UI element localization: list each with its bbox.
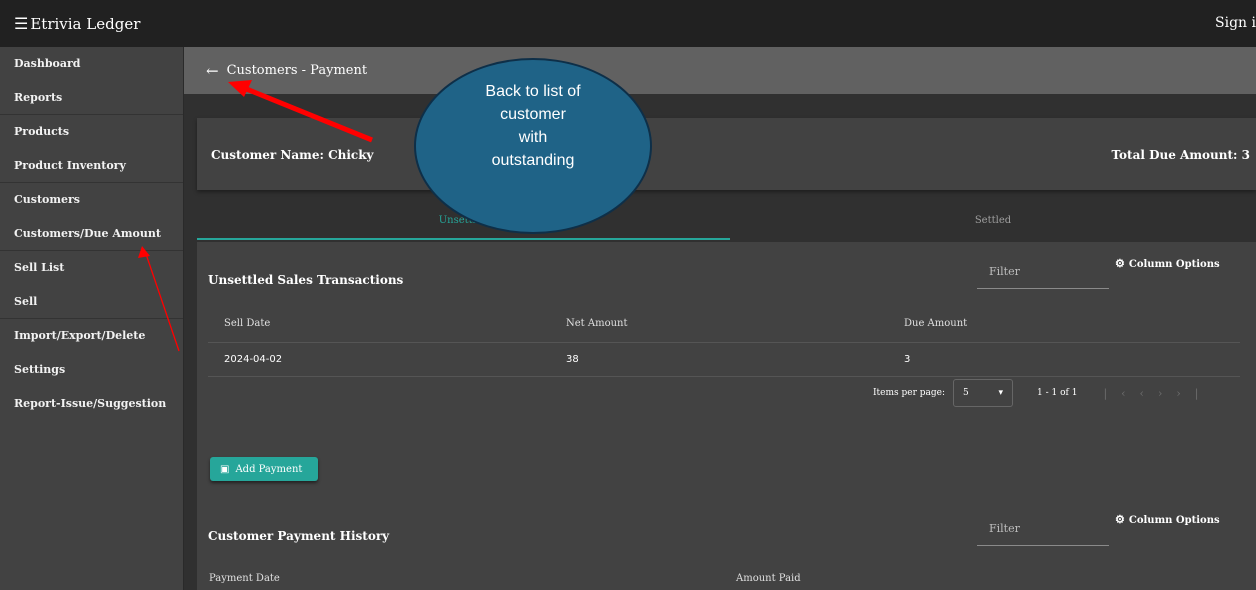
cell-sell-date: 2024-04-02 [224, 354, 283, 365]
sidebar-item-customers[interactable]: Customers [0, 183, 183, 217]
annotation-line: with [518, 129, 548, 146]
sidebar-item-customers-due-amount[interactable]: Customers/Due Amount [0, 217, 183, 251]
history-column-options-button[interactable]: ⚙ Column Options [1115, 513, 1220, 526]
page-title: Customers - Payment [226, 63, 368, 78]
page-range: 1 - 1 of 1 [1037, 388, 1078, 398]
sidebar-item-settings[interactable]: Settings [0, 353, 183, 387]
sidebar-item-product-inventory[interactable]: Product Inventory [0, 149, 183, 183]
last-page-icon[interactable]: ›| [1176, 387, 1212, 400]
history-filter-input[interactable]: Filter [977, 506, 1109, 546]
unsettled-column-options-button[interactable]: ⚙ Column Options [1115, 257, 1220, 270]
brand[interactable]: ☰ Etrivia Ledger [14, 14, 140, 33]
wallet-icon: ▣ [220, 463, 230, 475]
gear-icon: ⚙ [1115, 513, 1125, 526]
cell-due-amount: 3 [904, 354, 911, 365]
gear-icon: ⚙ [1115, 257, 1125, 270]
sidebar-item-products[interactable]: Products [0, 115, 183, 149]
column-options-label: Column Options [1128, 259, 1220, 270]
annotation-callout: Back to list of customer with outstandin… [414, 58, 652, 234]
sidebar-item-sell[interactable]: Sell [0, 285, 183, 319]
tab-content-panel: Unsettled Sales Transactions Filter ⚙ Col… [197, 242, 1256, 590]
items-per-page-label: Items per page: [873, 388, 946, 398]
table-divider [208, 376, 1240, 377]
unsettled-filter-input[interactable]: Filter [977, 249, 1109, 289]
column-header-sell-date[interactable]: Sell Date [224, 318, 270, 329]
table-divider [208, 342, 1240, 343]
page-size-value: 5 [963, 388, 969, 398]
column-header-payment-date[interactable]: Payment Date [209, 573, 280, 584]
next-page-icon[interactable]: › [1158, 387, 1176, 400]
prev-page-icon[interactable]: ‹ [1140, 387, 1158, 400]
caret-down-icon: ▾ [998, 388, 1004, 398]
sidebar-item-import-export-delete[interactable]: Import/Export/Delete [0, 319, 183, 353]
add-payment-button[interactable]: ▣ Add Payment [210, 457, 318, 481]
column-header-due-amount[interactable]: Due Amount [904, 318, 967, 329]
sidebar-item-report-issue[interactable]: Report-Issue/Suggestion [0, 387, 183, 421]
sidebar: Dashboard Reports Products Product Inven… [0, 47, 184, 590]
column-header-amount-paid[interactable]: Amount Paid [736, 573, 801, 584]
column-header-net-amount[interactable]: Net Amount [566, 318, 628, 329]
sidebar-item-sell-list[interactable]: Sell List [0, 251, 183, 285]
top-app-bar: ☰ Etrivia Ledger Sign i [0, 0, 1256, 47]
cell-net-amount: 38 [566, 354, 579, 365]
unsettled-section-title: Unsettled Sales Transactions [208, 273, 404, 287]
annotation-line: customer [500, 106, 566, 123]
total-due-amount: Total Due Amount: 3 [1111, 148, 1250, 162]
sidebar-item-dashboard[interactable]: Dashboard [0, 47, 183, 81]
payment-history-title: Customer Payment History [208, 529, 390, 543]
page-header: ← Customers - Payment [184, 47, 1256, 94]
page-size-select[interactable]: 5 ▾ [953, 379, 1014, 407]
menu-icon[interactable]: ☰ [14, 14, 28, 33]
sign-in-link[interactable]: Sign i [1215, 15, 1256, 31]
sidebar-item-reports[interactable]: Reports [0, 81, 183, 115]
first-page-icon[interactable]: |‹ [1103, 387, 1139, 400]
annotation-line: Back to list of [485, 83, 581, 100]
column-options-label: Column Options [1128, 515, 1220, 526]
customer-name: Customer Name: Chicky [211, 148, 374, 162]
tab-bar: Unsettled Settled [197, 206, 1256, 240]
customer-summary-card: Customer Name: Chicky Total Due Amount: … [197, 118, 1256, 190]
paginator: Items per page: 5 ▾ 1 - 1 of 1 |‹‹››| [873, 379, 1212, 407]
tab-settled[interactable]: Settled [730, 206, 1256, 240]
add-payment-label: Add Payment [235, 463, 303, 475]
arrow-left-icon[interactable]: ← [206, 62, 219, 80]
annotation-line: outstanding [491, 152, 575, 169]
brand-title: Etrivia Ledger [30, 14, 141, 33]
pager-nav: |‹‹››| [1103, 387, 1212, 400]
